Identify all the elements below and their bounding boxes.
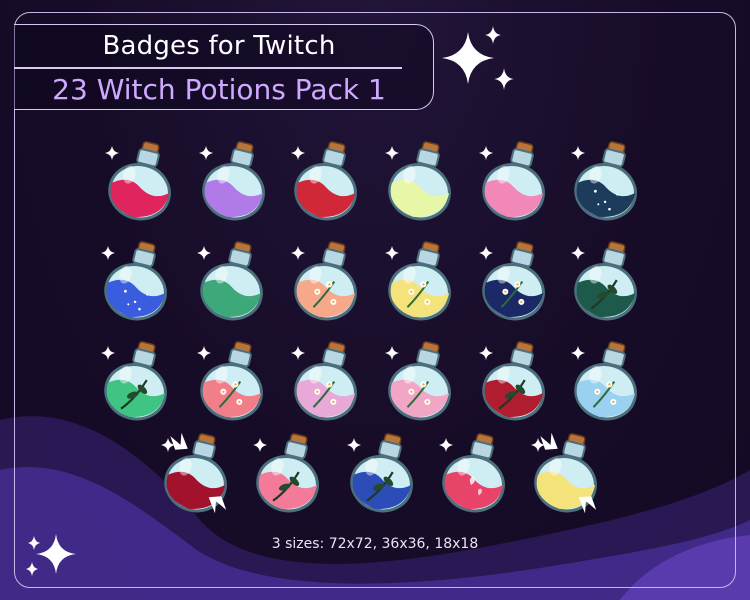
potion-badge <box>100 338 176 422</box>
potion-badge <box>570 338 646 422</box>
potion-bottle-icon <box>479 141 545 221</box>
potion-bottle-icon <box>101 341 167 421</box>
potion-bottle-icon <box>197 241 263 321</box>
potion-badge <box>198 138 274 222</box>
sparkle-icon <box>442 26 514 90</box>
potion-badge <box>290 238 366 322</box>
potion-badge <box>438 430 514 514</box>
potion-bottle-icon <box>385 341 451 421</box>
sizes-caption: 3 sizes: 72x72, 36x36, 18x18 <box>271 536 479 552</box>
potion-bottle-icon <box>385 241 451 321</box>
potion-badge <box>478 238 554 322</box>
potion-badge <box>290 338 366 422</box>
potion-badge <box>570 238 646 322</box>
potion-badge <box>290 138 366 222</box>
potion-badge <box>384 338 460 422</box>
potion-bottle-icon <box>161 432 227 514</box>
potion-bottle-icon <box>291 241 357 321</box>
potion-bottle-icon <box>291 341 357 421</box>
potion-bottle-icon <box>439 433 505 513</box>
potion-badge <box>384 238 460 322</box>
potion-bottle-icon <box>253 433 319 513</box>
potion-bottle-icon <box>291 141 357 221</box>
potion-badge <box>252 430 328 514</box>
potion-badge <box>160 430 236 514</box>
potion-bottle-icon <box>101 241 167 321</box>
banner-canvas: Badges for Twitch 23 Witch Potions Pack … <box>0 0 750 600</box>
potion-bottle-icon <box>385 141 451 221</box>
potion-bottle-icon <box>199 141 265 221</box>
potion-bottle-icon <box>531 432 597 514</box>
potion-bottle-icon <box>479 341 545 421</box>
potion-bottle-icon <box>571 241 637 321</box>
potion-badge <box>196 238 272 322</box>
potion-bottle-icon <box>105 141 171 221</box>
potion-badge <box>384 138 460 222</box>
potion-badge <box>530 430 606 514</box>
page-title: Badges for Twitch <box>102 31 336 61</box>
page-subtitle: 23 Witch Potions Pack 1 <box>52 73 386 106</box>
potion-bottle-icon <box>347 433 413 513</box>
potion-badge <box>570 138 646 222</box>
potion-bottle-icon <box>479 241 545 321</box>
potion-badge <box>104 138 180 222</box>
potion-badge <box>100 238 176 322</box>
potion-badge <box>346 430 422 514</box>
potion-bottle-icon <box>197 341 263 421</box>
title-panel: Badges for Twitch 23 Witch Potions Pack … <box>14 24 434 110</box>
potion-bottle-icon <box>571 341 637 421</box>
potion-badge <box>478 138 554 222</box>
potion-badge <box>196 338 272 422</box>
title-divider <box>14 67 402 69</box>
potion-badge <box>478 338 554 422</box>
potion-bottle-icon <box>571 141 637 221</box>
